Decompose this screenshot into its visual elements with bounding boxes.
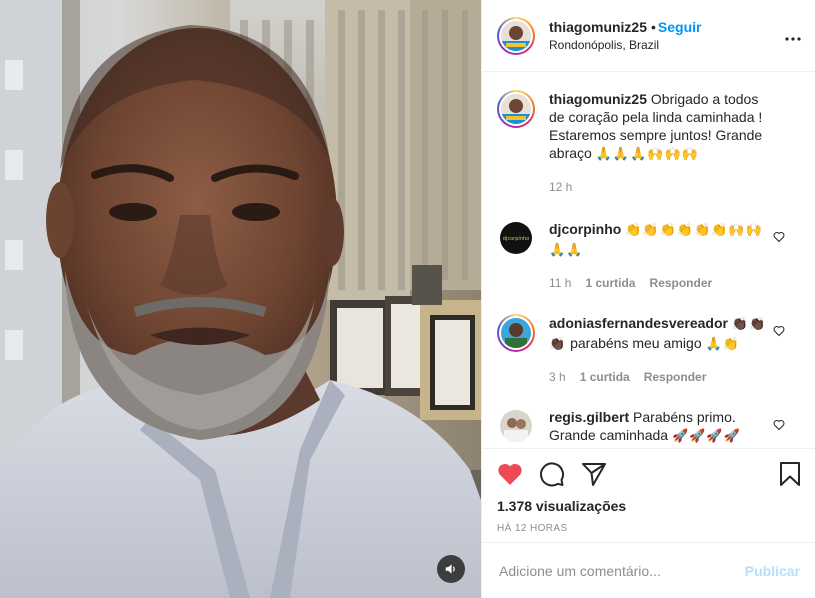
caption-emojis: 🙏🙏🙏🙌🙌🙌 (595, 147, 699, 162)
caption-body: thiagomuniz25 Obrigado a todos de coraçã… (549, 90, 771, 196)
caption-meta: 12 h (549, 178, 771, 196)
caption-username[interactable]: thiagomuniz25 (549, 91, 647, 107)
like-button[interactable] (497, 462, 523, 486)
comment-likes[interactable]: 1 curtida (580, 370, 630, 384)
avatar-frame (499, 316, 533, 350)
action-bar (497, 459, 799, 489)
comment-username[interactable]: adoniasfernandesvereador (549, 315, 728, 331)
follow-button[interactable]: Seguir (658, 19, 702, 35)
paper-plane-icon (582, 463, 606, 486)
header-text: thiagomuniz25 • Seguir Rondonópolis, Brazi… (549, 18, 702, 54)
comment-button[interactable] (539, 461, 565, 487)
publish-button[interactable]: Publicar (745, 563, 800, 579)
comment-text: parabéns meu amigo (570, 335, 702, 351)
comments-list: thiagomuniz25 Obrigado a todos de coraçã… (482, 72, 815, 448)
author-username[interactable]: thiagomuniz25 (549, 19, 647, 35)
instagram-post-view: thiagomuniz25 • Seguir Rondonópolis, Brazi… (0, 0, 815, 598)
speaker-icon (445, 564, 455, 574)
mute-toggle-button[interactable] (437, 555, 465, 583)
avatar-frame (499, 92, 533, 126)
post-sidebar: thiagomuniz25 • Seguir Rondonópolis, Brazi… (481, 0, 815, 598)
comment-body: regis.gilbert Parabéns primo. Grande cam… (549, 408, 771, 446)
commenter-avatar-image (501, 318, 531, 348)
comment-bubble-icon (540, 462, 564, 487)
post-video[interactable] (0, 0, 481, 598)
comment-likes[interactable]: 1 curtida (585, 276, 635, 290)
comment-time[interactable]: 3 h (549, 370, 566, 384)
post-location[interactable]: Rondonópolis, Brazil (549, 36, 702, 54)
comment-emojis-after: 🙏👏 (705, 337, 740, 352)
more-options-button[interactable] (785, 28, 801, 44)
share-button[interactable] (581, 461, 607, 487)
author-avatar[interactable] (497, 16, 535, 55)
like-comment-icon[interactable] (773, 419, 785, 431)
caption-avatar-image (501, 94, 531, 124)
comment-composer: Publicar (482, 542, 815, 598)
post-timestamp[interactable]: HÁ 12 HORAS (497, 523, 799, 534)
video-frame (0, 0, 481, 598)
caption-time[interactable]: 12 h (549, 180, 572, 194)
reply-button[interactable]: Responder (644, 370, 707, 384)
comment-username[interactable]: djcorpinho (549, 221, 621, 237)
reply-button[interactable]: Responder (649, 276, 712, 290)
comment-username[interactable]: regis.gilbert (549, 409, 629, 425)
post-actions: 1.378 visualizações HÁ 12 HORAS (482, 448, 815, 542)
view-count[interactable]: 1.378 visualizações (497, 498, 799, 514)
comment-item: regis.gilbert Parabéns primo. Grande cam… (497, 408, 799, 446)
comment-item: adoniasfernandesvereador 👏🏿👏🏿👏🏿 parabéns… (497, 314, 799, 386)
comment-emojis: 🚀🚀🚀🚀 (671, 429, 741, 444)
comment-meta: 3 h 1 curtida Responder (549, 368, 771, 386)
caption-avatar[interactable] (497, 90, 535, 128)
avatar-frame (499, 18, 533, 53)
comment-time[interactable]: 11 h (549, 276, 571, 290)
like-comment-icon[interactable] (773, 325, 785, 337)
bookmark-icon[interactable] (779, 461, 801, 487)
separator-dot: • (651, 18, 656, 35)
comment-body: adoniasfernandesvereador 👏🏿👏🏿👏🏿 parabéns… (549, 314, 771, 386)
comment-body: djcorpinho 👏👏👏👏👏👏🙌🙌🙏🙏 11 h1 curtida Respo… (549, 220, 771, 292)
heart-filled-icon (498, 463, 522, 485)
more-options-icon (785, 37, 801, 41)
comment-input[interactable] (499, 562, 745, 579)
caption: thiagomuniz25 Obrigado a todos de coraçã… (497, 90, 799, 196)
like-comment-icon[interactable] (773, 231, 785, 243)
comment-meta: 11 h 1 curtida Responder (549, 274, 771, 292)
commenter-avatar[interactable]: djcorpinho (500, 222, 532, 254)
commenter-avatar[interactable] (497, 314, 535, 352)
comment-item: djcorpinho djcorpinho 👏👏👏👏👏👏🙌🙌🙏🙏 11 h1 c… (497, 220, 799, 292)
commenter-avatar[interactable] (500, 410, 532, 442)
author-avatar-image (501, 20, 531, 51)
avatar-logo-text: djcorpinho (503, 236, 529, 242)
post-header: thiagomuniz25 • Seguir Rondonópolis, Brazi… (482, 0, 815, 72)
